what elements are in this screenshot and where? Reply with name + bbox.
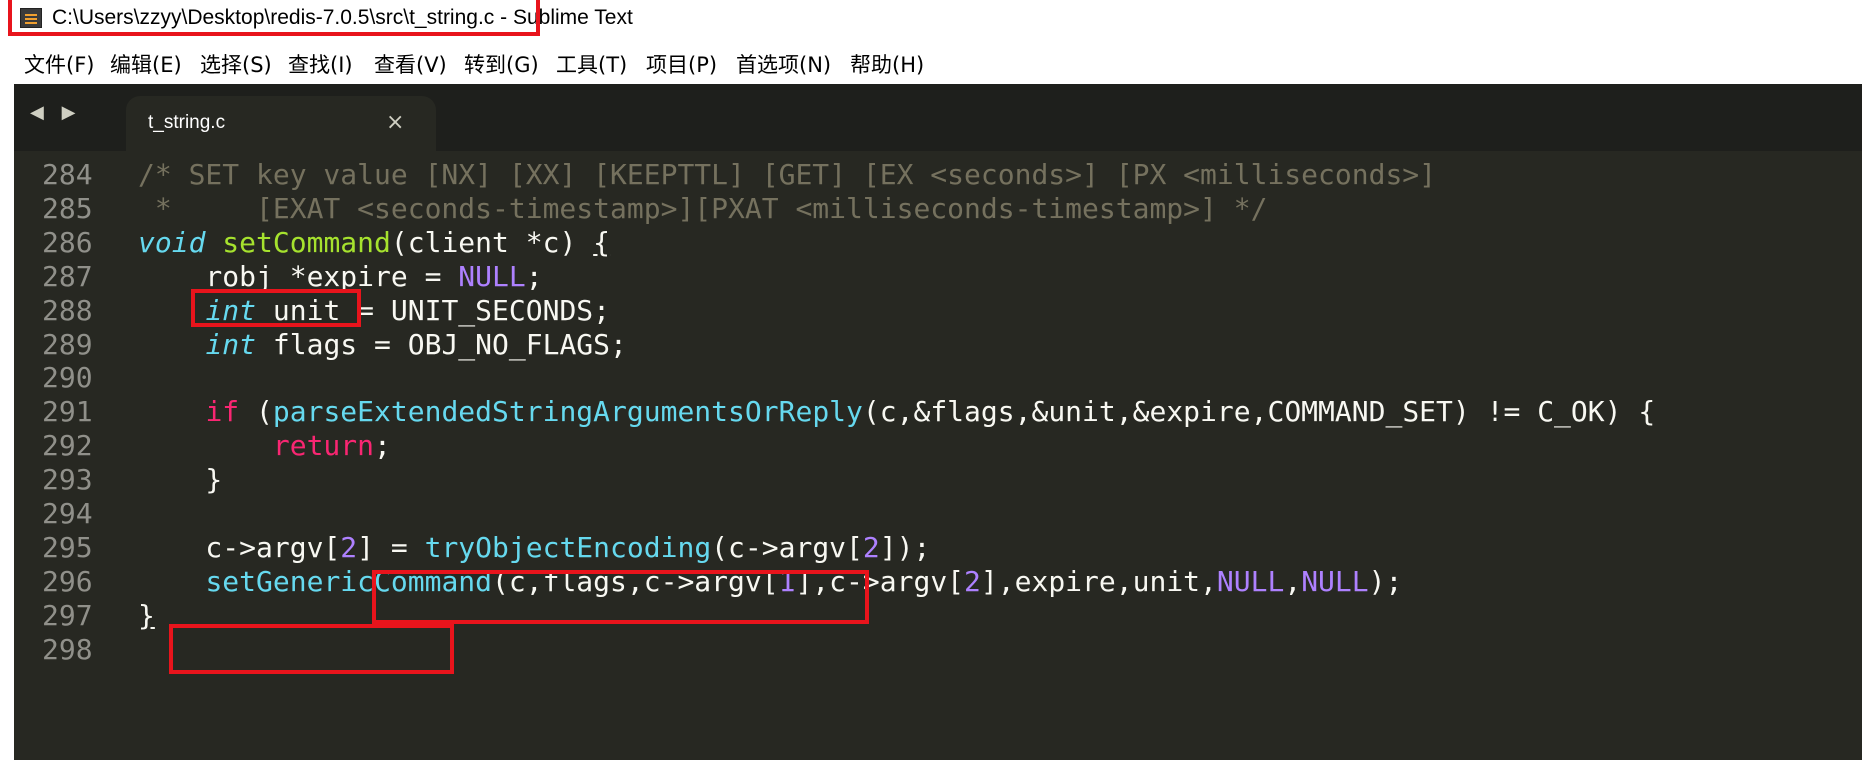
code-area[interactable]: 284/* SET key value [NX] [XX] [KEEPTTL] … <box>14 151 1862 760</box>
code-token: NULL <box>1301 564 1369 598</box>
sublime-text-icon <box>20 8 42 28</box>
code-token: , <box>1284 564 1302 598</box>
menu-file[interactable]: 文件(F) <box>24 49 94 79</box>
code-token: unit = UNIT_SECONDS; <box>256 293 611 327</box>
tab-nav-arrows-icon[interactable]: ◀ ▶ <box>30 102 81 123</box>
code-token: return <box>272 429 375 463</box>
code-token: flags = OBJ_NO_FLAGS; <box>256 327 627 361</box>
code-token: parseExtendedStringArgumentsOrReply <box>272 395 863 429</box>
code-token: c->argv[ <box>138 530 341 564</box>
tab-t-string-c[interactable]: t_string.c × <box>126 96 436 151</box>
code-token: 2 <box>964 564 981 598</box>
menu-view[interactable]: 查看(V) <box>374 49 447 79</box>
tab-bar: ◀ ▶ t_string.c × <box>14 84 1862 151</box>
code-token: (client *c) <box>390 225 594 259</box>
menu-edit[interactable]: 编辑(E) <box>110 49 182 79</box>
code-token: ],expire,unit, <box>980 564 1217 598</box>
code-token: ); <box>1368 564 1403 598</box>
title-bar: C:\Users\zzyy\Desktop\redis-7.0.5\src\t_… <box>0 0 1862 40</box>
line-number: 298 <box>42 632 93 666</box>
code-token: setCommand <box>222 225 391 259</box>
menu-preferences[interactable]: 首选项(N) <box>736 49 831 79</box>
menu-project[interactable]: 项目(P) <box>646 49 717 79</box>
code-token: * [EXAT <seconds-timestamp>][PXAT <milli… <box>138 191 1268 225</box>
code-token: (c,flags,c->argv[ <box>492 564 779 598</box>
code-token: int <box>205 293 257 327</box>
code-token: ; <box>374 429 391 463</box>
code-token: 1 <box>778 564 796 598</box>
code-token: ]); <box>879 530 931 564</box>
window-title: C:\Users\zzyy\Desktop\redis-7.0.5\src\t_… <box>52 6 633 29</box>
code-token: setGenericCommand <box>205 564 493 598</box>
code-token: 2 <box>340 530 358 564</box>
code-token: { <box>593 225 611 259</box>
code-token: (c,&flags,&unit,&expire,COMMAND_SET) != … <box>862 395 1656 429</box>
tab-label: t_string.c <box>148 112 226 133</box>
editor: ◀ ▶ t_string.c × 284/* SET key value [NX… <box>14 84 1862 760</box>
code-token: ( <box>239 395 273 429</box>
code-token: robj *expire = <box>138 259 459 293</box>
menu-goto[interactable]: 转到(G) <box>464 49 539 79</box>
menu-selection[interactable]: 选择(S) <box>200 49 272 79</box>
close-icon[interactable]: × <box>386 110 404 135</box>
code-token: int <box>205 327 257 361</box>
code-token: ; <box>525 259 543 293</box>
code-token: tryObjectEncoding <box>424 530 712 564</box>
code-token: void <box>138 225 206 259</box>
code-token: /* SET key value [NX] [XX] [KEEPTTL] [GE… <box>138 158 1437 191</box>
menu-tools[interactable]: 工具(T) <box>556 49 627 79</box>
code-line[interactable]: 298 <box>14 630 1862 670</box>
code-token: ] = <box>357 530 425 564</box>
menu-find[interactable]: 查找(I) <box>288 49 353 79</box>
code-token: } <box>138 598 155 632</box>
code-token: } <box>138 463 223 497</box>
code-token: NULL <box>458 259 526 293</box>
code-token: (c->argv[ <box>711 530 863 564</box>
code-token: ],c->argv[ <box>795 564 965 598</box>
code-token: 2 <box>862 530 880 564</box>
menu-help[interactable]: 帮助(H) <box>850 49 924 79</box>
code-token: if <box>205 395 240 429</box>
menu-bar: 文件(F) 编辑(E) 选择(S) 查找(I) 查看(V) 转到(G) 工具(T… <box>0 44 1862 84</box>
code-token: NULL <box>1216 564 1285 598</box>
